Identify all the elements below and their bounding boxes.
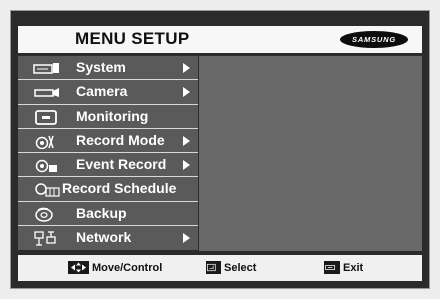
- submenu-arrow-icon: [183, 87, 190, 98]
- monitor-icon: [35, 109, 57, 125]
- footer-select: Select: [206, 261, 256, 274]
- enter-key-icon: [206, 261, 221, 274]
- menu-item-label: Monitoring: [76, 107, 149, 124]
- title-bar: MENU SETUP SAMSUNG: [18, 26, 422, 53]
- main-menu: System Camera Monitoring Record Mode Eve…: [18, 56, 198, 251]
- menu-item-label: Network: [76, 229, 132, 246]
- menu-item-monitoring[interactable]: Monitoring: [18, 104, 198, 129]
- brand-text: SAMSUNG: [352, 35, 396, 44]
- menu-item-record-mode[interactable]: Record Mode: [18, 128, 198, 154]
- record-schedule-icon: [35, 183, 60, 198]
- arrow-keys-icon: [68, 261, 89, 274]
- submenu-arrow-icon: [183, 63, 190, 73]
- network-icon: [34, 231, 56, 246]
- menu-item-label: Record Schedule: [62, 180, 177, 197]
- menu-item-label: Camera: [76, 83, 128, 100]
- system-icon: [33, 63, 59, 74]
- footer-exit-label: Exit: [343, 261, 364, 274]
- submenu-pane: [199, 56, 422, 251]
- backup-disc-icon: [35, 207, 53, 222]
- page-title: MENU SETUP: [75, 29, 190, 48]
- submenu-arrow-icon: [183, 233, 190, 244]
- menu-item-event-record[interactable]: Event Record: [18, 153, 198, 178]
- menu-item-label: Record Mode: [76, 131, 165, 148]
- menu-item-label: Event Record: [76, 156, 167, 173]
- footer-bar: Move/Control Select Exit: [18, 255, 422, 281]
- footer-select-label: Select: [224, 261, 257, 274]
- camera-icon: [34, 88, 59, 98]
- menu-item-label: Backup: [76, 204, 127, 221]
- samsung-logo: SAMSUNG: [340, 31, 408, 48]
- submenu-arrow-icon: [183, 160, 190, 171]
- submenu-arrow-icon: [183, 135, 190, 146]
- menu-item-network[interactable]: Network: [18, 226, 198, 251]
- menu-item-camera[interactable]: Camera: [18, 80, 198, 105]
- menu-item-record-schedule[interactable]: Record Schedule: [18, 177, 198, 202]
- record-mode-icon: [35, 135, 54, 149]
- menu-item-label: System: [76, 59, 126, 75]
- footer-move: Move/Control: [68, 261, 162, 274]
- footer-exit: Exit: [324, 261, 363, 274]
- event-record-icon: [35, 159, 57, 173]
- menu-item-backup[interactable]: Backup: [18, 201, 198, 227]
- menu-item-system[interactable]: System: [18, 56, 198, 81]
- footer-move-label: Move/Control: [92, 261, 163, 274]
- menu-key-icon: [324, 261, 340, 274]
